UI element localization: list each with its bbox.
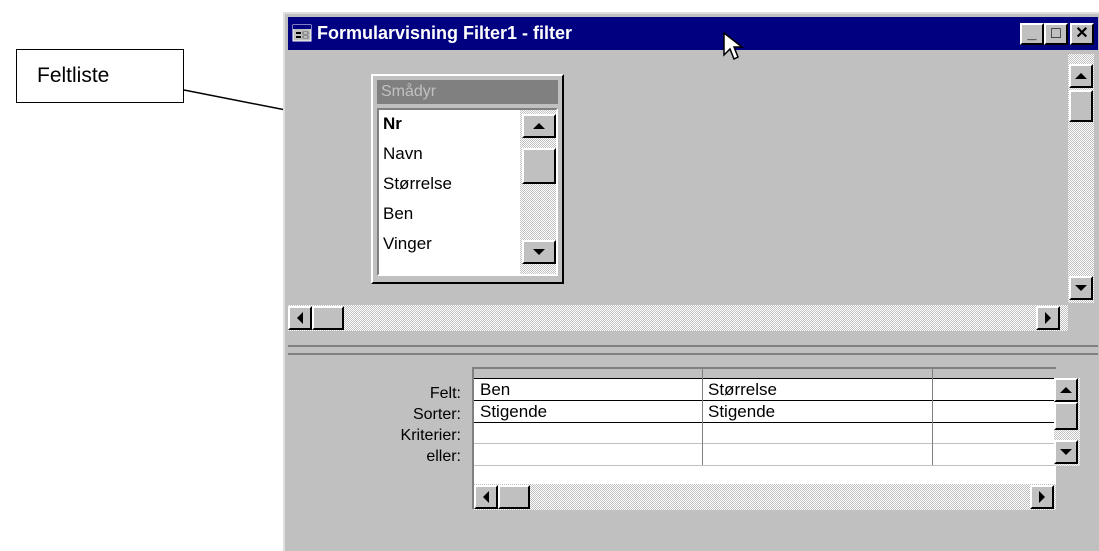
grid-column-divider[interactable] bbox=[702, 369, 703, 465]
mouse-cursor-icon bbox=[723, 31, 745, 61]
scroll-right-icon bbox=[1039, 491, 1045, 503]
grid-header-row[interactable] bbox=[474, 369, 1056, 378]
scroll-down-icon bbox=[533, 249, 545, 255]
field-item-nr[interactable]: Nr bbox=[383, 114, 402, 134]
field-item-storrelse[interactable]: Størrelse bbox=[383, 174, 452, 194]
maximize-icon: □ bbox=[1051, 25, 1061, 42]
grid-scroll-left[interactable] bbox=[474, 485, 498, 509]
field-list-smadyr[interactable]: Smådyr Nr Navn Størrelse Ben Vinger bbox=[371, 74, 564, 284]
upper-vertical-scrollbar[interactable] bbox=[1068, 54, 1094, 303]
row-label-sorter: Sorter: bbox=[412, 406, 461, 423]
scroll-up-button[interactable] bbox=[1069, 64, 1093, 88]
cell-sorter-col2[interactable]: Stigende bbox=[708, 402, 775, 422]
scroll-up-icon bbox=[533, 123, 545, 129]
grid-line bbox=[474, 400, 1056, 401]
scroll-left-icon bbox=[483, 491, 489, 503]
row-label-eller: eller: bbox=[426, 448, 461, 465]
grid-column-divider[interactable] bbox=[932, 369, 933, 465]
field-list-scrollbar[interactable] bbox=[520, 110, 556, 274]
grid-scroll-right[interactable] bbox=[1030, 485, 1054, 509]
field-item-navn[interactable]: Navn bbox=[383, 144, 423, 164]
field-list-scroll-thumb[interactable] bbox=[522, 148, 556, 184]
field-item-ben[interactable]: Ben bbox=[383, 204, 413, 224]
close-button[interactable]: ✕ bbox=[1070, 23, 1094, 45]
pane-splitter[interactable] bbox=[288, 345, 1098, 355]
scroll-up-icon bbox=[1075, 73, 1087, 79]
form-filter-window: Formularvisning Filter1 - filter _ □ ✕ S… bbox=[283, 12, 1099, 551]
field-item-vinger[interactable]: Vinger bbox=[383, 234, 432, 254]
field-list-scroll-down[interactable] bbox=[522, 240, 556, 264]
grid-line bbox=[474, 443, 1056, 444]
minimize-button[interactable]: _ bbox=[1020, 23, 1044, 45]
close-icon: ✕ bbox=[1075, 25, 1089, 42]
grid-row-labels: Felt: Sorter: Kriterier: eller: bbox=[365, 385, 461, 485]
cell-felt-col1[interactable]: Ben bbox=[480, 380, 510, 400]
scroll-up-icon bbox=[1060, 387, 1072, 393]
grid-line bbox=[474, 465, 1056, 466]
scroll-down-icon bbox=[1060, 449, 1072, 455]
grid-scroll-up[interactable] bbox=[1054, 378, 1078, 402]
minimize-icon: _ bbox=[1027, 25, 1037, 42]
scroll-down-icon bbox=[1075, 285, 1087, 291]
upper-horizontal-scrollbar[interactable] bbox=[288, 305, 1068, 331]
cell-sorter-col1[interactable]: Stigende bbox=[480, 402, 547, 422]
grid-line bbox=[474, 422, 1056, 423]
grid-vertical-scrollbar[interactable] bbox=[1054, 378, 1080, 466]
field-list-scroll-up[interactable] bbox=[522, 114, 556, 138]
grid-horizontal-scrollbar[interactable] bbox=[474, 484, 1056, 510]
scroll-left-icon bbox=[297, 312, 303, 324]
scroll-down-button[interactable] bbox=[1069, 276, 1093, 300]
title-bar[interactable]: Formularvisning Filter1 - filter _ □ ✕ bbox=[288, 17, 1098, 50]
grid-scroll-thumb-horizontal[interactable] bbox=[498, 485, 530, 509]
scroll-thumb-horizontal[interactable] bbox=[312, 306, 344, 330]
cell-felt-col2[interactable]: Størrelse bbox=[708, 380, 777, 400]
scroll-thumb[interactable] bbox=[1069, 90, 1093, 122]
scroll-left-button[interactable] bbox=[288, 306, 312, 330]
grid-scroll-down[interactable] bbox=[1054, 440, 1078, 464]
scroll-right-icon bbox=[1045, 312, 1051, 324]
row-label-felt: Felt: bbox=[429, 385, 461, 402]
field-list-box[interactable]: Nr Navn Størrelse Ben Vinger bbox=[377, 108, 558, 276]
form-icon bbox=[292, 24, 312, 42]
row-label-kriterier: Kriterier: bbox=[400, 427, 461, 444]
grid-scroll-thumb[interactable] bbox=[1054, 402, 1078, 430]
maximize-button[interactable]: □ bbox=[1044, 23, 1068, 45]
field-list-title[interactable]: Smådyr bbox=[377, 80, 558, 104]
filter-design-grid[interactable]: Ben Stigende Størrelse Stigende bbox=[472, 367, 1080, 510]
window-title: Formularvisning Filter1 - filter bbox=[317, 23, 573, 43]
scroll-right-button[interactable] bbox=[1036, 306, 1060, 330]
grid-line bbox=[474, 378, 1056, 379]
